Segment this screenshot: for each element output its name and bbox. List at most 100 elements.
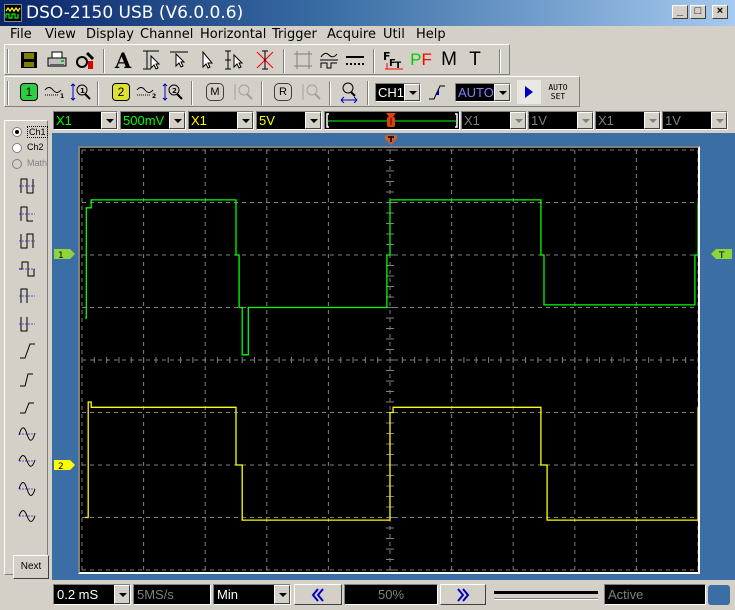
trigger-text-icon[interactable]: T: [463, 48, 487, 72]
menu-trigger[interactable]: Trigger: [272, 27, 317, 42]
ch1-zoom-icon[interactable]: 1: [69, 80, 93, 104]
pos-duty-icon[interactable]: [15, 285, 39, 307]
ch1-wave-icon[interactable]: 1: [43, 80, 67, 104]
mean-icon[interactable]: [15, 505, 39, 527]
trigger-source-select[interactable]: CH1: [375, 83, 421, 102]
settings-tools-icon[interactable]: [73, 48, 97, 72]
pass-fail-icon[interactable]: PF: [409, 48, 433, 72]
ch1-radio[interactable]: [12, 127, 22, 137]
close-button[interactable]: ×: [712, 5, 728, 19]
ch1-volts-select[interactable]: 500mV: [120, 111, 186, 130]
horizontal-zoom-icon[interactable]: [337, 80, 361, 104]
ch2-toggle-button[interactable]: 2: [109, 80, 133, 104]
ref-volts-select[interactable]: 1V: [662, 111, 728, 130]
freq-icon[interactable]: [15, 258, 39, 280]
horizontal-slider[interactable]: [494, 588, 600, 604]
trigger-position-handle[interactable]: [385, 112, 397, 128]
math-probe-select[interactable]: X1: [461, 111, 527, 130]
ch2-zoom-icon[interactable]: 2: [161, 80, 185, 104]
svg-text:1: 1: [60, 93, 64, 100]
ref-toggle-button[interactable]: R: [271, 80, 295, 104]
min-max-icon[interactable]: [15, 450, 39, 472]
svg-text:2: 2: [172, 87, 177, 95]
menu-util[interactable]: Util: [383, 27, 405, 42]
chevron-down-icon[interactable]: [114, 585, 130, 604]
menu-display[interactable]: Display: [86, 27, 134, 42]
ch2-wave-icon[interactable]: 2: [135, 80, 159, 104]
ch2-ground-marker[interactable]: 2: [54, 459, 76, 474]
toolbar-grip: [7, 49, 9, 73]
math-toggle-button[interactable]: M: [203, 80, 227, 104]
neg-width-icon[interactable]: [15, 230, 39, 252]
menu-file[interactable]: File: [10, 27, 32, 42]
svg-text:1: 1: [80, 87, 85, 95]
cursor-vertical-icon[interactable]: [167, 48, 191, 72]
ref-probe-select[interactable]: X1: [595, 111, 661, 130]
next-button[interactable]: Next: [13, 555, 49, 579]
ch2-probe-select[interactable]: X1: [188, 111, 254, 130]
chevron-down-icon[interactable]: [510, 112, 526, 129]
scroll-right-button[interactable]: [440, 584, 486, 605]
fft-icon[interactable]: FFT: [381, 48, 405, 72]
chevron-down-icon[interactable]: [711, 112, 727, 129]
rise-time-icon[interactable]: [15, 340, 39, 362]
math-zoom-icon[interactable]: [231, 80, 255, 104]
cursor-track-icon[interactable]: [223, 48, 247, 72]
ref-zoom-icon[interactable]: [299, 80, 323, 104]
scroll-left-button[interactable]: [294, 584, 342, 605]
trigger-time-marker[interactable]: [385, 134, 397, 145]
svg-text:2: 2: [58, 462, 64, 471]
trigger-mode-select[interactable]: AUTO: [455, 83, 511, 102]
math-volts-select[interactable]: 1V: [528, 111, 594, 130]
trigger-level-marker[interactable]: T: [710, 248, 732, 263]
ch1-ground-marker[interactable]: 1: [54, 248, 76, 263]
chevron-down-icon[interactable]: [404, 84, 420, 101]
fall-time-icon[interactable]: [15, 368, 39, 390]
pos-width-icon[interactable]: [15, 203, 39, 225]
neg-duty-icon[interactable]: [15, 313, 39, 335]
measure-icon[interactable]: M: [437, 48, 461, 72]
menu-channel[interactable]: Channel: [140, 27, 193, 42]
ch1-probe-select[interactable]: X1: [53, 111, 118, 130]
trigger-slope-icon[interactable]: [425, 80, 449, 104]
svg-text:T: T: [718, 251, 725, 260]
ch2-volts-select[interactable]: 5V: [256, 111, 322, 130]
pointer-icon[interactable]: [195, 48, 219, 72]
maximize-button[interactable]: □: [690, 5, 706, 19]
math-radio[interactable]: [12, 159, 22, 169]
chevron-down-icon[interactable]: [494, 84, 510, 101]
waveform-style-icon[interactable]: [317, 48, 341, 72]
menu-view[interactable]: View: [45, 27, 76, 42]
chevron-down-icon[interactable]: [577, 112, 593, 129]
autoset-button[interactable]: AUTO SET: [543, 80, 573, 104]
chevron-down-icon[interactable]: [169, 112, 185, 129]
cursor-horizontal-icon[interactable]: [139, 48, 163, 72]
chevron-down-icon[interactable]: [274, 585, 290, 604]
timebase-select[interactable]: 0.2 mS: [53, 584, 131, 605]
save-icon[interactable]: [17, 48, 41, 72]
grid-icon[interactable]: [291, 48, 315, 72]
menu-bar: File View Display Channel Horizontal Tri…: [0, 26, 735, 44]
run-button[interactable]: [517, 80, 541, 104]
chevron-down-icon[interactable]: [305, 112, 321, 129]
oscilloscope-display[interactable]: [78, 146, 700, 574]
peak-peak-icon[interactable]: [15, 423, 39, 445]
chevron-down-icon[interactable]: [237, 112, 253, 129]
ch2-radio[interactable]: [12, 143, 22, 153]
chevron-down-icon[interactable]: [101, 112, 117, 129]
period-icon[interactable]: [15, 175, 39, 197]
text-tool-icon[interactable]: A: [111, 48, 135, 73]
menu-horizontal[interactable]: Horizontal: [200, 27, 266, 42]
print-icon[interactable]: [45, 48, 69, 72]
acquisition-mode-select[interactable]: Min: [213, 584, 291, 605]
cross-cursor-icon[interactable]: [253, 48, 277, 72]
minimize-button[interactable]: _: [672, 5, 688, 19]
horizontal-position-slider[interactable]: [324, 111, 460, 130]
delay-icon[interactable]: [15, 395, 39, 417]
ch1-toggle-button[interactable]: 1: [17, 80, 41, 104]
dots-line-icon[interactable]: [343, 48, 367, 72]
menu-acquire[interactable]: Acquire: [327, 27, 376, 42]
rms-icon[interactable]: [15, 478, 39, 500]
menu-help[interactable]: Help: [416, 27, 446, 42]
chevron-down-icon[interactable]: [644, 112, 660, 129]
